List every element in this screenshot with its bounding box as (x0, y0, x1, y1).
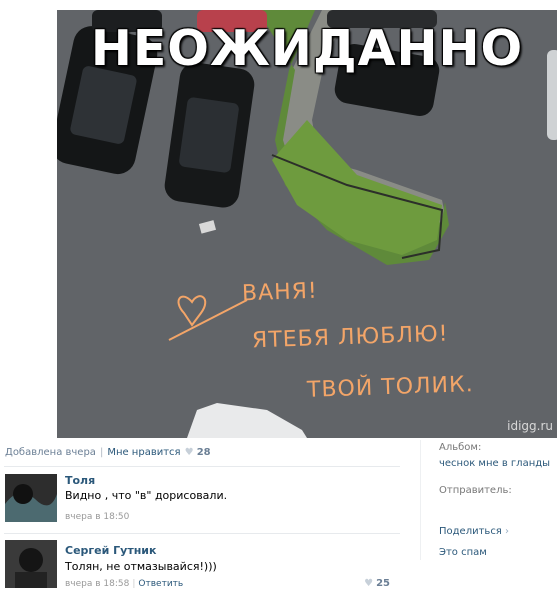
comment-author[interactable]: Толя (65, 474, 95, 487)
divider (4, 466, 400, 467)
sidebar-divider (420, 440, 421, 560)
comment: Сергей Гутник Толян, не отмазывайся!))) … (5, 540, 400, 596)
heart-icon[interactable]: ♥ (185, 447, 194, 458)
added-date: Добавлена вчера (5, 447, 96, 458)
chevron-down-icon: › (505, 526, 510, 537)
comment-likes[interactable]: ♥ 25 (360, 578, 390, 589)
album-label: Альбом: (439, 442, 482, 453)
divider (4, 533, 400, 534)
spam-link[interactable]: Это спам (439, 547, 487, 558)
share-label[interactable]: Поделиться (439, 526, 502, 537)
post-meta: Добавлена вчера | Мне нравится ♥ 28 (5, 447, 211, 458)
like-link[interactable]: Мне нравится (107, 447, 180, 458)
meme-caption: НЕОЖИДАННО (90, 20, 524, 77)
comment-text: Видно , что "в" дорисовали. (65, 489, 228, 502)
comment-time[interactable]: вчера в 18:50 (65, 512, 129, 522)
post-photo[interactable]: НЕОЖИДАННО ВАНЯ! ЯТЕБЯ ЛЮБЛЮ! ТВОЙ ТОЛИК… (57, 10, 557, 438)
comment-time[interactable]: вчера в 18:58 (65, 579, 129, 589)
watermark: idigg.ru (507, 419, 553, 433)
comment-author[interactable]: Сергей Гутник (65, 544, 156, 557)
sender-label: Отправитель: (439, 485, 512, 496)
chalk-text-line1: ВАНЯ! (241, 278, 319, 307)
comment-meta: вчера в 18:58 | Ответить (65, 579, 184, 589)
reply-link[interactable]: Ответить (138, 579, 183, 589)
comment-like-count: 25 (376, 578, 390, 589)
heart-icon[interactable]: ♥ (364, 578, 373, 589)
avatar[interactable] (5, 474, 57, 522)
like-count: 28 (196, 447, 211, 458)
share-link[interactable]: Поделиться › (439, 526, 509, 537)
album-link[interactable]: чеснок мне в гланды (439, 458, 550, 469)
comment: Толя Видно , что "в" дорисовали. вчера в… (5, 474, 400, 526)
avatar[interactable] (5, 540, 57, 588)
comment-text: Толян, не отмазывайся!))) (65, 560, 217, 573)
